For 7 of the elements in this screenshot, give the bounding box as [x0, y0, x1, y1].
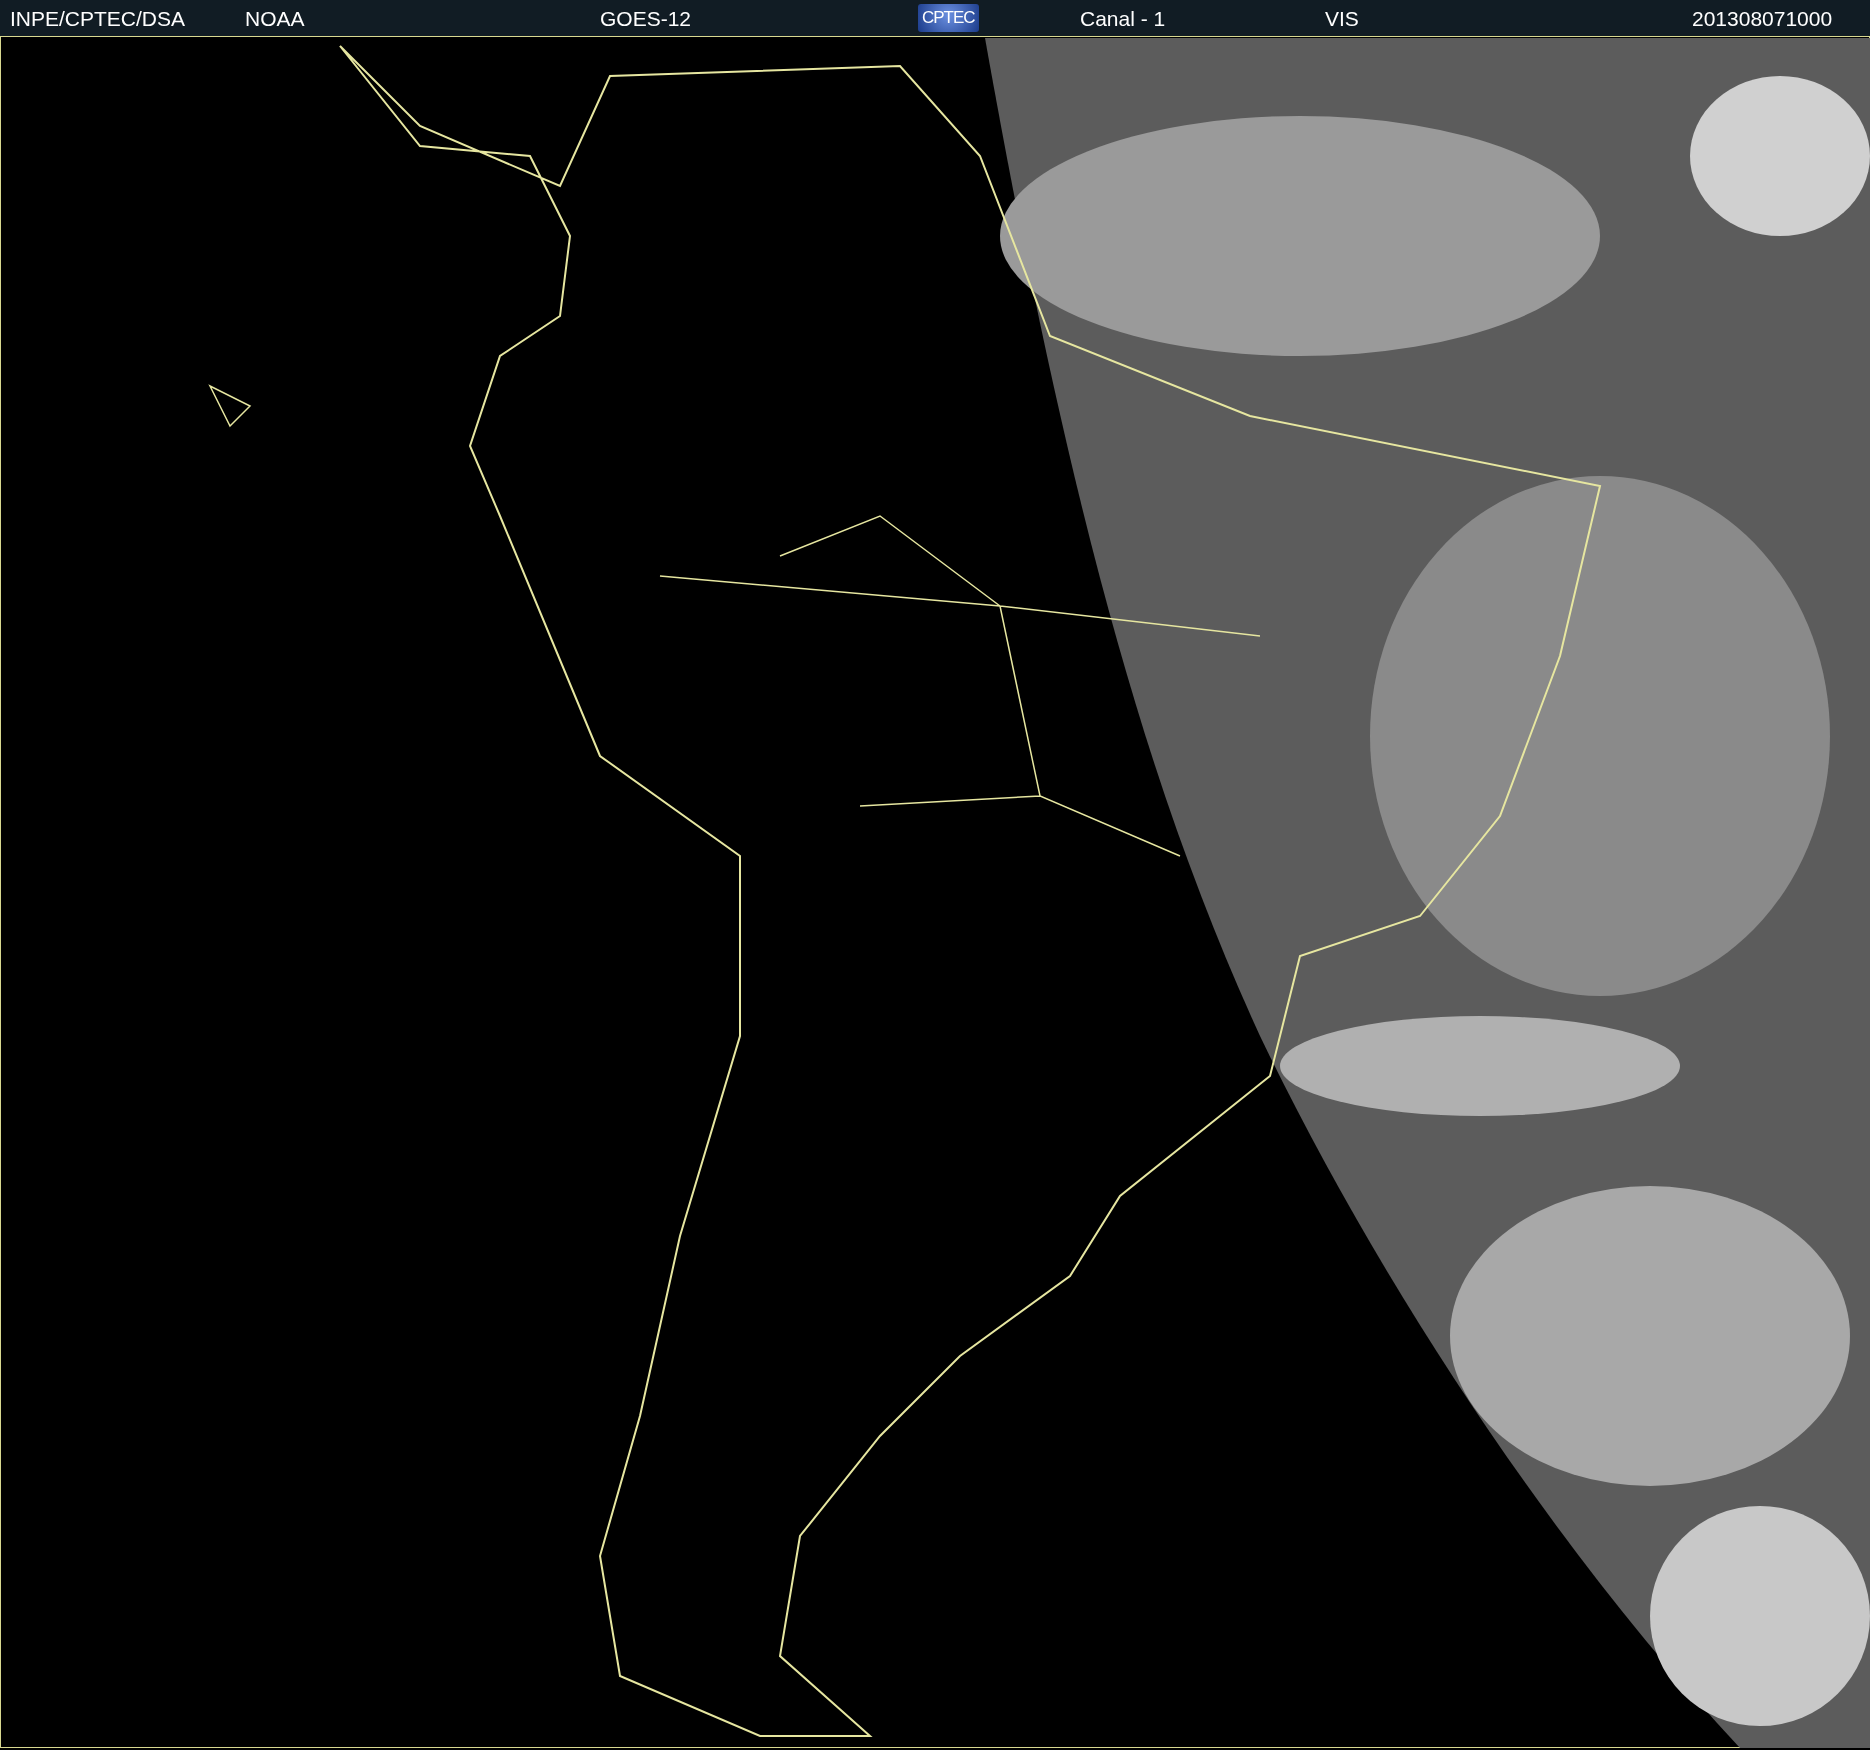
header-label: INPE/CPTEC/DSA: [10, 7, 186, 29]
header-label: VIS: [1325, 7, 1359, 29]
logo: CPTEC: [918, 3, 979, 33]
header-label: 201308071000: [1692, 7, 1833, 29]
header-label: GOES-12: [600, 7, 692, 29]
header-label: Canal - 1: [1080, 7, 1166, 29]
header-label: NOAA: [245, 7, 305, 29]
